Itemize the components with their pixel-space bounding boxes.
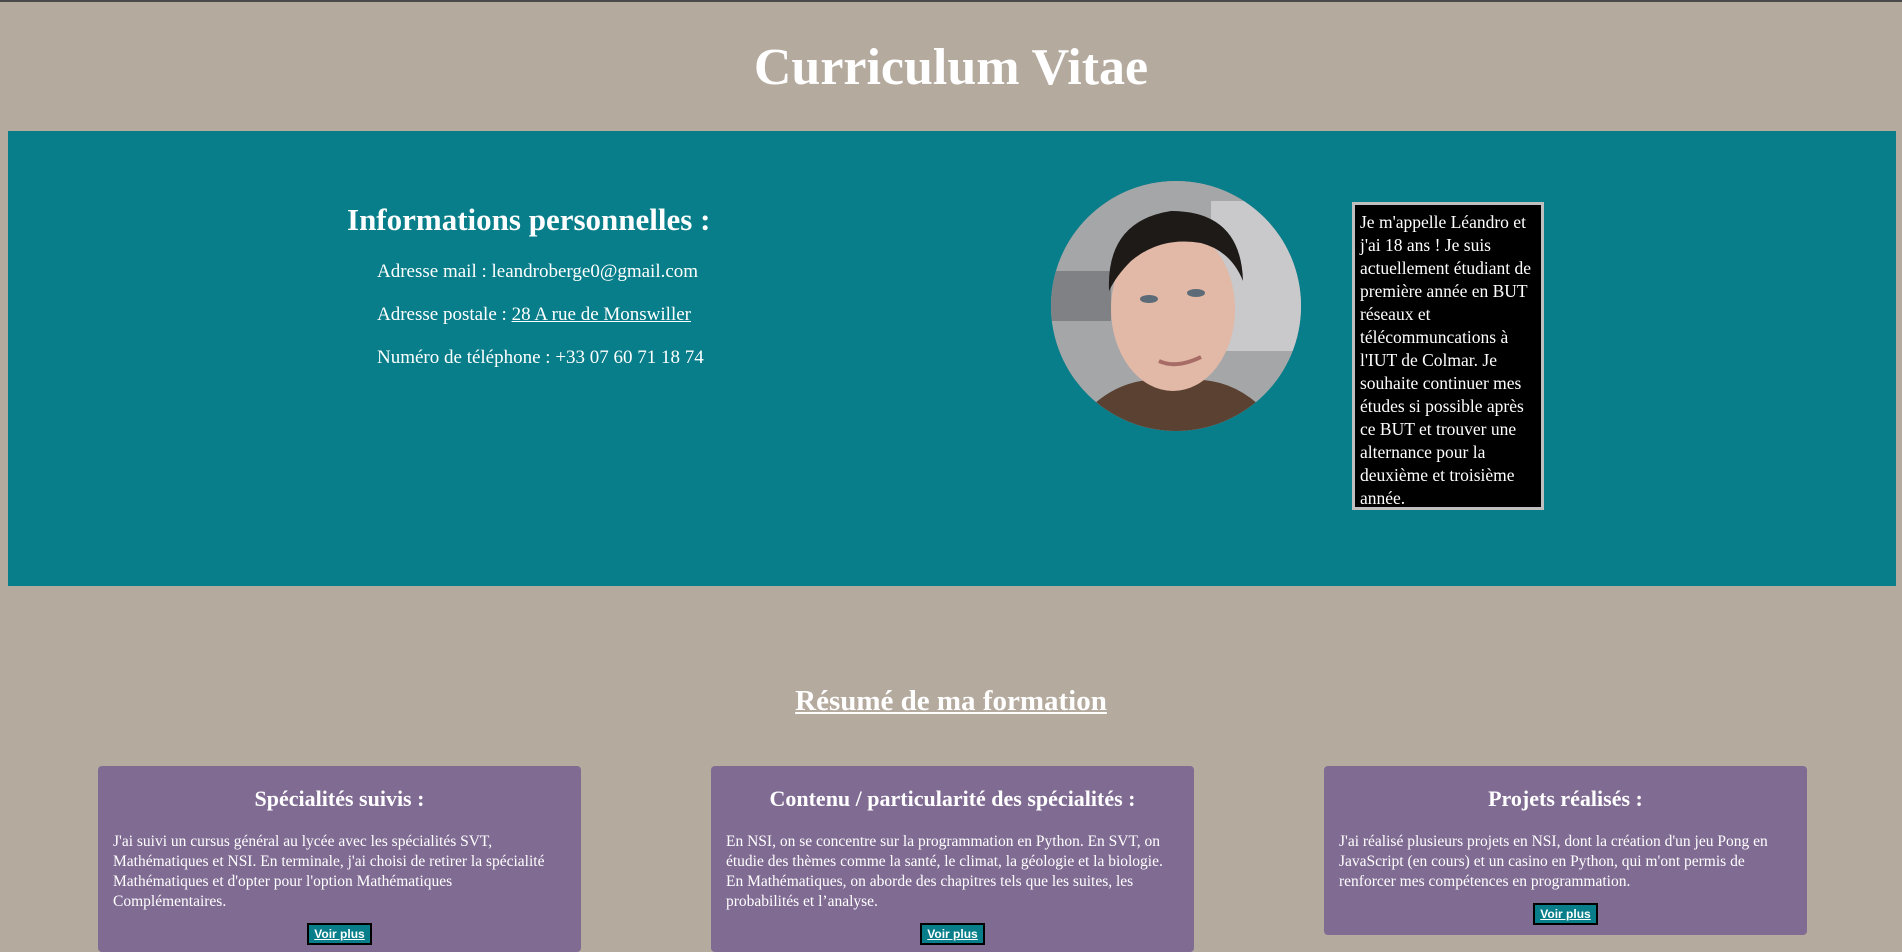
card-text: J'ai réalisé plusieurs projets en NSI, d… [1339, 833, 1768, 890]
phone-line: Numéro de téléphone : +33 07 60 71 18 74 [377, 347, 704, 369]
bio-box: Je m'appelle Léandro et j'ai 18 ans ! Je… [1352, 202, 1544, 510]
card-text: J'ai suivi un cursus général au lycée av… [113, 833, 545, 910]
card-button-wrap: Voir plus [726, 923, 1179, 945]
voir-plus-button[interactable]: Voir plus [307, 923, 372, 945]
card-button-wrap: Voir plus [113, 923, 566, 945]
card-title: Contenu / particularité des spécialités … [769, 786, 1136, 811]
personal-info-heading: Informations personnelles : [347, 202, 711, 237]
card-contenu: Contenu / particularité des spécialités … [711, 766, 1194, 952]
address-line: Adresse postale : 28 A rue de Monswiller [377, 304, 691, 326]
profile-photo-image [1051, 181, 1301, 431]
phone-label: Numéro de téléphone : [377, 347, 556, 368]
card-projets: Projets réalisés : J'ai réalisé plusieur… [1324, 766, 1807, 935]
card-button-wrap: Voir plus [1339, 903, 1792, 925]
personal-info-band [8, 131, 1896, 586]
voir-plus-button[interactable]: Voir plus [920, 923, 985, 945]
voir-plus-button[interactable]: Voir plus [1533, 903, 1598, 925]
address-link[interactable]: 28 A rue de Monswiller [512, 304, 691, 325]
email-line: Adresse mail : leandroberge0@gmail.com [377, 261, 698, 283]
formation-heading: Résumé de ma formation [795, 685, 1107, 717]
card-title: Projets réalisés : [1488, 786, 1643, 811]
profile-photo [1051, 181, 1301, 431]
address-label: Adresse postale : [377, 304, 512, 325]
page-title: Curriculum Vitae [753, 39, 1149, 96]
card-text: En NSI, on se concentre sur la programma… [726, 833, 1163, 910]
card-title: Spécialités suivis : [254, 786, 425, 811]
card-specialites: Spécialités suivis : J'ai suivi un cursu… [98, 766, 581, 952]
email-value: leandroberge0@gmail.com [491, 261, 699, 282]
email-label: Adresse mail : [377, 261, 492, 282]
phone-value: +33 07 60 71 18 74 [555, 347, 704, 368]
